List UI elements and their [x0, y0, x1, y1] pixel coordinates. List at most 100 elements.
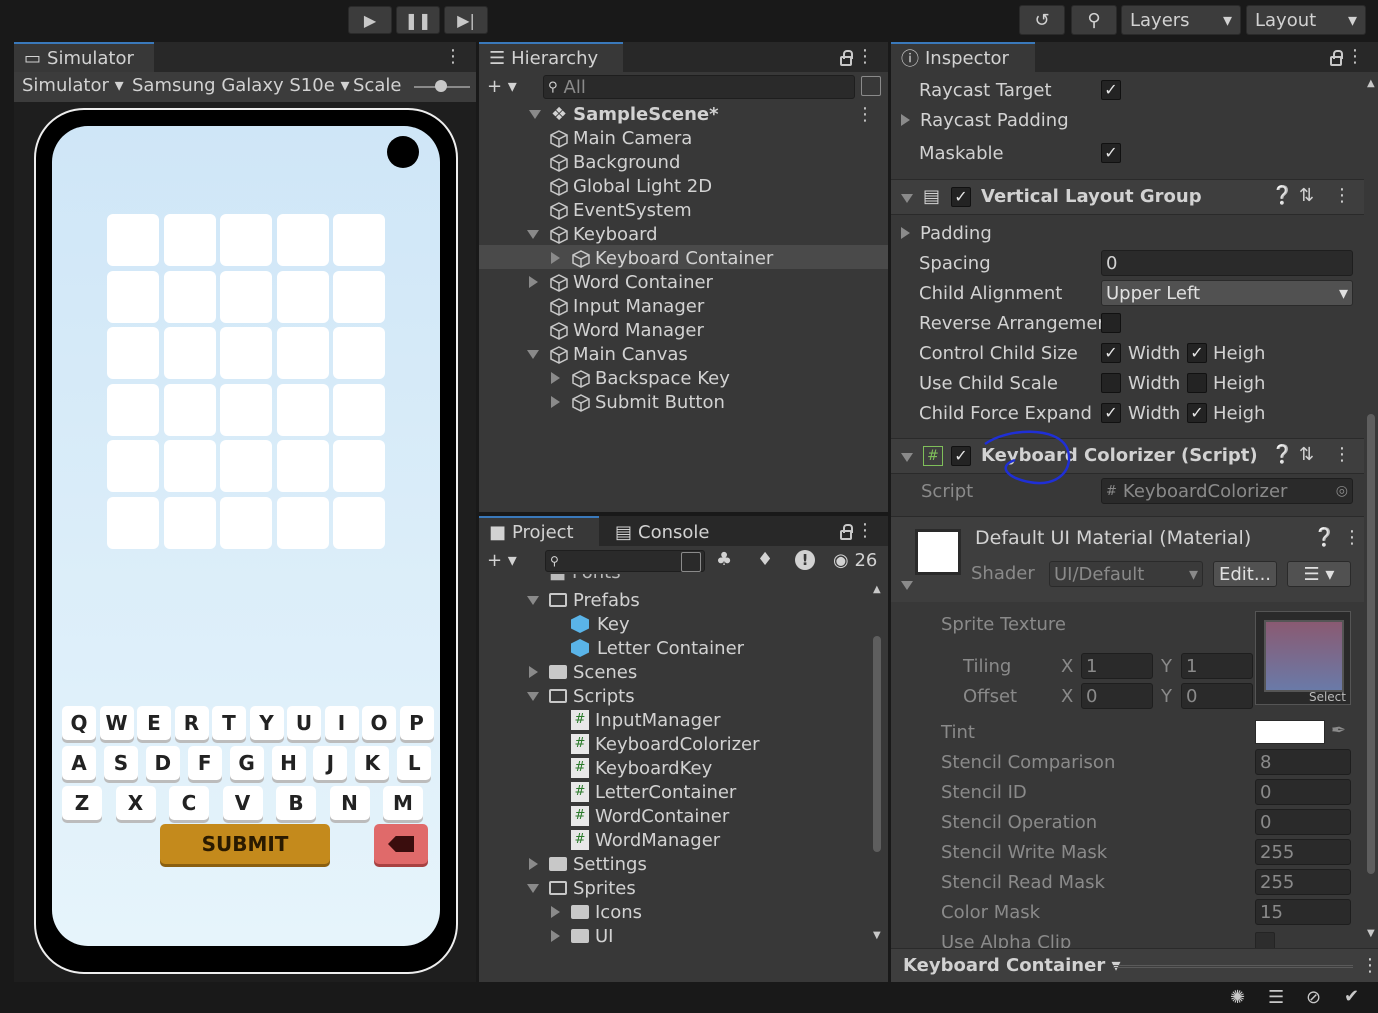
- control-height-checkbox[interactable]: ✓: [1187, 343, 1207, 363]
- project-item[interactable]: # KeyboardKey: [571, 756, 712, 780]
- history-button[interactable]: ↺: [1019, 5, 1065, 35]
- script-object-field[interactable]: # KeyboardColorizer ◎: [1101, 478, 1353, 504]
- key-j[interactable]: J: [313, 746, 348, 780]
- more-icon[interactable]: ⋮: [856, 46, 874, 67]
- check-circle-icon[interactable]: ✔: [1344, 986, 1359, 1007]
- hierarchy-item[interactable]: Keyboard: [527, 222, 658, 246]
- key-l[interactable]: L: [397, 746, 432, 780]
- lock-icon[interactable]: [840, 50, 853, 66]
- layout-dropdown[interactable]: Layout ▾: [1246, 5, 1366, 35]
- more-icon[interactable]: ⋮: [856, 104, 874, 125]
- project-item[interactable]: # WordContainer: [571, 804, 729, 828]
- tab-inspector[interactable]: ⓘ Inspector: [891, 42, 1035, 72]
- hierarchy-item[interactable]: Keyboard Container: [551, 246, 773, 270]
- hierarchy-item[interactable]: Input Manager: [549, 294, 704, 318]
- step-button[interactable]: ▶|: [444, 6, 488, 34]
- raycast-padding-foldout[interactable]: Raycast Padding: [901, 108, 1069, 132]
- project-item[interactable]: # LetterContainer: [571, 780, 736, 804]
- hierarchy-item[interactable]: Main Canvas: [527, 342, 688, 366]
- edit-shader-button[interactable]: Edit...: [1213, 561, 1277, 587]
- hierarchy-item[interactable]: Word Container: [529, 270, 713, 294]
- key-p[interactable]: P: [399, 706, 434, 740]
- foldout-arrow[interactable]: [527, 595, 539, 605]
- mode-dropdown[interactable]: Simulator ▾: [22, 75, 124, 96]
- project-item[interactable]: # WordManager: [571, 828, 720, 852]
- scene-search-icon[interactable]: [861, 76, 881, 96]
- hierarchy-item[interactable]: Word Manager: [549, 318, 704, 342]
- key-e[interactable]: E: [137, 706, 171, 740]
- project-item[interactable]: Letter Container: [571, 636, 744, 660]
- shader-options-dropdown[interactable]: ☰ ▾: [1287, 561, 1351, 587]
- key-w[interactable]: W: [99, 706, 134, 740]
- select-label[interactable]: Select: [1309, 690, 1346, 704]
- foldout-arrow[interactable]: [551, 930, 560, 942]
- phone-screen[interactable]: QWERTYUIOP ASDFGHJKL ZXCVBNM SUBMIT: [52, 126, 440, 946]
- more-icon[interactable]: ⋮: [444, 46, 462, 67]
- preview-selector[interactable]: Keyboard Container ▾: [903, 955, 1121, 976]
- tab-hierarchy[interactable]: ☰ Hierarchy: [479, 42, 623, 72]
- raycast-target-checkbox[interactable]: ✓: [1101, 80, 1121, 100]
- tag-icon[interactable]: ♦: [757, 549, 773, 570]
- key-r[interactable]: R: [174, 706, 209, 740]
- project-item[interactable]: UI: [551, 924, 613, 948]
- tab-project[interactable]: ■ Project: [479, 516, 599, 546]
- more-icon[interactable]: ⋮: [1346, 46, 1364, 67]
- stencil-field[interactable]: 255: [1255, 839, 1351, 865]
- foldout-arrow[interactable]: [529, 276, 538, 288]
- expand-width-checkbox[interactable]: ✓: [1101, 403, 1121, 423]
- key-n[interactable]: N: [329, 786, 370, 820]
- project-item[interactable]: Prefabs: [527, 588, 640, 612]
- stencil-field[interactable]: 15: [1255, 899, 1351, 925]
- drag-handle[interactable]: [1113, 965, 1353, 968]
- play-button[interactable]: ▶: [348, 6, 392, 34]
- stencil-field[interactable]: 0: [1255, 809, 1351, 835]
- create-dropdown[interactable]: + ▾: [487, 550, 517, 571]
- foldout-arrow[interactable]: [527, 349, 539, 359]
- backspace-button[interactable]: [374, 824, 428, 864]
- foldout-arrow[interactable]: [527, 691, 539, 701]
- control-width-checkbox[interactable]: ✓: [1101, 343, 1121, 363]
- child-alignment-dropdown[interactable]: Upper Left ▾: [1101, 280, 1353, 306]
- key-g[interactable]: G: [229, 746, 264, 780]
- hierarchy-search[interactable]: ⚲ All: [543, 75, 855, 99]
- filter-type-icon[interactable]: ♣: [716, 549, 732, 570]
- key-k[interactable]: K: [355, 746, 390, 780]
- maskable-checkbox[interactable]: ✓: [1101, 143, 1121, 163]
- hierarchy-item[interactable]: EventSystem: [549, 198, 692, 222]
- key-t[interactable]: T: [212, 706, 246, 740]
- foldout-arrow[interactable]: [529, 109, 541, 119]
- hierarchy-item[interactable]: Backspace Key: [551, 366, 730, 390]
- stencil-field[interactable]: 255: [1255, 869, 1351, 895]
- help-icon[interactable]: ❔: [1271, 185, 1293, 206]
- project-item[interactable]: Scenes: [529, 660, 637, 684]
- scene-root[interactable]: ❖ SampleScene*: [529, 102, 719, 126]
- foldout-arrow[interactable]: [551, 906, 560, 918]
- key-u[interactable]: U: [287, 706, 321, 740]
- preset-icon[interactable]: ⇅: [1299, 444, 1314, 465]
- tab-console[interactable]: ▤ Console: [605, 516, 725, 546]
- foldout-arrow[interactable]: [551, 372, 560, 384]
- hidden-count[interactable]: ◉ 26: [833, 550, 877, 571]
- more-icon[interactable]: ⋮: [1343, 527, 1361, 548]
- padding-foldout[interactable]: Padding: [901, 221, 992, 245]
- foldout-arrow[interactable]: [529, 666, 538, 678]
- key-d[interactable]: D: [145, 746, 180, 780]
- offset-y-field[interactable]: 0: [1181, 683, 1253, 709]
- spacing-field[interactable]: 0: [1101, 250, 1353, 276]
- layers-dropdown[interactable]: Layers ▾: [1121, 5, 1241, 35]
- warning-icon[interactable]: !: [795, 550, 815, 570]
- shader-dropdown[interactable]: UI/Default ▾: [1049, 561, 1203, 587]
- inspector-scrollbar[interactable]: ▲ ▼: [1364, 78, 1378, 948]
- key-z[interactable]: Z: [62, 786, 102, 820]
- key-f[interactable]: F: [187, 746, 222, 780]
- project-item[interactable]: Key: [571, 612, 630, 636]
- vlg-enabled-checkbox[interactable]: ✓: [951, 187, 971, 207]
- stencil-field[interactable]: 0: [1255, 779, 1351, 805]
- offset-x-field[interactable]: 0: [1081, 683, 1153, 709]
- help-icon[interactable]: ❔: [1271, 444, 1293, 465]
- lock-icon[interactable]: [840, 524, 853, 540]
- scroll-down-icon[interactable]: ▼: [873, 930, 881, 941]
- key-i[interactable]: I: [324, 706, 359, 740]
- foldout-arrow[interactable]: [529, 858, 538, 870]
- project-item[interactable]: # InputManager: [571, 708, 721, 732]
